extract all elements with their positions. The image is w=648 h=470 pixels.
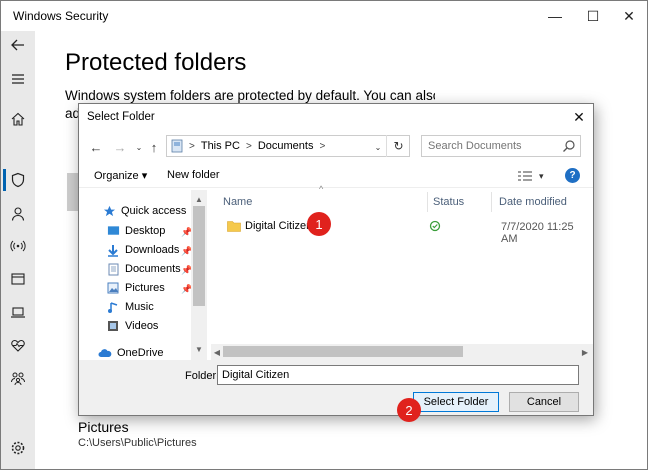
views-button[interactable]: ▾ bbox=[517, 168, 547, 184]
wireless-icon[interactable] bbox=[1, 234, 35, 258]
search-icon bbox=[563, 140, 575, 152]
protected-folder-title[interactable]: Pictures bbox=[78, 419, 129, 435]
scroll-up-icon[interactable]: ▲ bbox=[191, 192, 207, 206]
shield-icon[interactable] bbox=[1, 168, 35, 192]
person-icon[interactable] bbox=[1, 202, 35, 226]
column-header-date-modified[interactable]: Date modified bbox=[499, 192, 567, 212]
nav-label: OneDrive bbox=[117, 347, 164, 359]
refresh-icon[interactable]: ↻ bbox=[386, 135, 410, 157]
scroll-down-icon[interactable]: ▼ bbox=[191, 342, 207, 356]
list-horizontal-scrollbar[interactable]: ◀ ▶ bbox=[211, 344, 593, 360]
step-marker-2: 2 bbox=[397, 398, 421, 422]
sync-status-ok-icon bbox=[429, 220, 441, 232]
file-row[interactable]: Digital Citizen 7/7/2020 11:25 AM bbox=[217, 216, 587, 245]
desktop-icon bbox=[106, 224, 120, 238]
navigation-pane: Quick access Desktop 📌 Downloads 📌 Docum… bbox=[80, 190, 207, 368]
nav-label: Desktop bbox=[125, 225, 166, 237]
column-divider[interactable] bbox=[491, 192, 492, 212]
help-icon[interactable]: ? bbox=[565, 168, 580, 183]
pictures-icon bbox=[106, 281, 120, 295]
step-marker-1: 1 bbox=[307, 212, 331, 236]
list-scroll-thumb[interactable] bbox=[223, 346, 463, 357]
nav-item-downloads[interactable]: Downloads bbox=[106, 241, 179, 259]
protected-folder-path: C:\Users\Public\Pictures bbox=[78, 437, 197, 449]
views-dropdown-icon: ▾ bbox=[539, 170, 544, 181]
column-divider[interactable] bbox=[427, 192, 428, 212]
forward-arrow-icon[interactable]: → bbox=[111, 138, 129, 156]
nav-item-videos[interactable]: Videos bbox=[106, 317, 158, 335]
file-name: Digital Citizen bbox=[245, 220, 313, 232]
nav-scroll-thumb[interactable] bbox=[193, 206, 205, 306]
this-pc-icon bbox=[171, 139, 183, 153]
menu-icon[interactable] bbox=[1, 67, 35, 91]
window-title: Windows Security bbox=[13, 9, 109, 23]
nav-item-documents[interactable]: Documents bbox=[106, 260, 181, 278]
scroll-right-icon[interactable]: ▶ bbox=[579, 345, 591, 359]
sort-ascending-icon: ^ bbox=[319, 184, 324, 194]
settings-icon[interactable] bbox=[1, 436, 35, 460]
search-input[interactable] bbox=[428, 140, 563, 152]
folder-icon bbox=[227, 221, 241, 232]
sidebar bbox=[1, 31, 35, 469]
heart-icon[interactable] bbox=[1, 333, 35, 357]
folder-name-input[interactable] bbox=[217, 365, 579, 385]
address-dropdown-icon[interactable]: ⌄ bbox=[369, 138, 387, 156]
title-bar: Windows Security — ☐ ✕ bbox=[1, 1, 647, 31]
file-date-modified: 7/7/2020 11:25 AM bbox=[501, 221, 574, 245]
laptop-icon[interactable] bbox=[1, 300, 35, 324]
nav-scrollbar[interactable]: ▲ ▼ bbox=[191, 190, 207, 368]
home-icon[interactable] bbox=[1, 107, 35, 131]
navigation-bar: ← → ⌄ ↑ > This PC > Documents > ⌄ ↻ bbox=[79, 132, 593, 162]
back-arrow-icon[interactable] bbox=[1, 33, 35, 57]
new-folder-button[interactable]: New folder bbox=[167, 169, 220, 181]
details-view-icon bbox=[518, 171, 532, 181]
chevron-right-icon: > bbox=[319, 140, 326, 152]
dialog-title: Select Folder bbox=[87, 111, 155, 123]
videos-icon bbox=[106, 319, 120, 333]
command-bar: Organize ▾ New folder ▾ ? bbox=[79, 164, 593, 188]
documents-icon bbox=[106, 262, 120, 276]
column-header-name[interactable]: Name bbox=[223, 192, 252, 212]
browser-window-icon[interactable] bbox=[1, 267, 35, 291]
dialog-close-button[interactable]: ✕ bbox=[569, 107, 589, 127]
chevron-right-icon: > bbox=[189, 140, 195, 152]
nav-item-desktop[interactable]: Desktop bbox=[106, 222, 165, 240]
nav-label: Documents bbox=[125, 263, 181, 275]
up-arrow-icon[interactable]: ↑ bbox=[145, 138, 163, 156]
folder-label: Folder: bbox=[185, 370, 220, 382]
organize-menu[interactable]: Organize ▾ bbox=[94, 169, 147, 182]
breadcrumb-this-pc[interactable]: This PC bbox=[201, 140, 240, 152]
cloud-icon bbox=[98, 346, 112, 360]
minimize-button[interactable]: — bbox=[537, 1, 573, 31]
file-list: ^ Name Status Date modified Digital Citi… bbox=[211, 184, 593, 368]
star-icon bbox=[102, 204, 116, 218]
chevron-right-icon: > bbox=[245, 140, 252, 152]
nav-label: Downloads bbox=[125, 244, 180, 256]
select-folder-dialog: Select Folder ✕ ← → ⌄ ↑ > This PC > Docu… bbox=[78, 103, 594, 416]
dialog-footer: Folder: Select Folder Cancel bbox=[79, 360, 593, 415]
music-icon bbox=[106, 300, 120, 314]
nav-label: Pictures bbox=[125, 282, 165, 294]
nav-label: Music bbox=[125, 301, 154, 313]
page-title: Protected folders bbox=[65, 49, 247, 76]
nav-item-pictures[interactable]: Pictures bbox=[106, 279, 165, 297]
column-header-status[interactable]: Status bbox=[433, 192, 464, 212]
nav-item-music[interactable]: Music bbox=[106, 298, 154, 316]
breadcrumb-documents[interactable]: Documents bbox=[258, 140, 314, 152]
search-box[interactable] bbox=[421, 135, 581, 157]
nav-item-quick-access[interactable]: Quick access bbox=[102, 202, 186, 220]
download-icon bbox=[106, 243, 120, 257]
nav-label: Videos bbox=[125, 320, 159, 332]
nav-label: Quick access bbox=[121, 205, 187, 217]
select-folder-button[interactable]: Select Folder bbox=[413, 392, 499, 412]
scroll-left-icon[interactable]: ◀ bbox=[211, 345, 223, 359]
close-button[interactable]: ✕ bbox=[611, 1, 647, 31]
family-icon[interactable] bbox=[1, 366, 35, 390]
back-arrow-icon[interactable]: ← bbox=[87, 138, 105, 156]
maximize-button[interactable]: ☐ bbox=[575, 1, 611, 31]
cancel-button[interactable]: Cancel bbox=[509, 392, 579, 412]
